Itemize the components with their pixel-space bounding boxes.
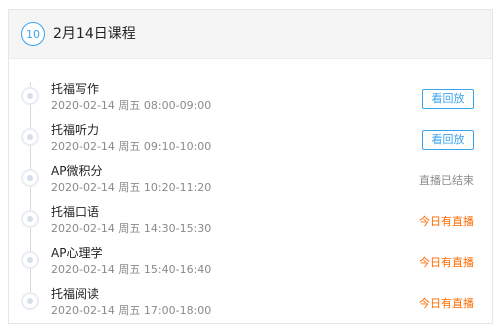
timeline-dot-icon <box>21 128 39 146</box>
timeline-dot-icon <box>21 87 39 105</box>
course-title: AP微积分 <box>51 164 103 178</box>
today-live-link[interactable]: 今日有直播 <box>419 294 474 314</box>
course-day-card: 10 2月14日课程 托福写作 2020-02-14 周五 08:00-09:0… <box>8 9 493 324</box>
timeline-dot-icon <box>21 292 39 310</box>
course-item: AP微积分 2020-02-14 周五 10:20-11:20 直播已结束 <box>9 163 492 204</box>
timeline-dot-icon <box>21 251 39 269</box>
today-live-link[interactable]: 今日有直播 <box>419 253 474 273</box>
day-badge: 10 <box>21 22 45 46</box>
course-title: 托福听力 <box>51 123 100 137</box>
course-title: 托福写作 <box>51 82 100 96</box>
timeline-dot-icon <box>21 169 39 187</box>
course-list: 托福写作 2020-02-14 周五 08:00-09:00 看回放 托福听力 … <box>9 59 492 323</box>
today-live-link[interactable]: 今日有直播 <box>419 212 474 232</box>
course-title: 托福口语 <box>51 205 100 219</box>
course-time: 2020-02-14 周五 09:10-10:00 <box>51 140 212 153</box>
replay-button[interactable]: 看回放 <box>422 89 474 109</box>
course-time: 2020-02-14 周五 10:20-11:20 <box>51 181 212 194</box>
timeline-dot-icon <box>21 210 39 228</box>
course-title: AP心理学 <box>51 246 103 260</box>
course-item: 托福写作 2020-02-14 周五 08:00-09:00 看回放 <box>9 81 492 122</box>
day-header: 10 2月14日课程 <box>9 10 492 59</box>
page-title: 2月14日课程 <box>53 26 136 42</box>
course-time: 2020-02-14 周五 15:40-16:40 <box>51 263 212 276</box>
course-item: 托福听力 2020-02-14 周五 09:10-10:00 看回放 <box>9 122 492 163</box>
course-item: AP心理学 2020-02-14 周五 15:40-16:40 今日有直播 <box>9 245 492 286</box>
course-time: 2020-02-14 周五 14:30-15:30 <box>51 222 212 235</box>
course-item: 托福阅读 2020-02-14 周五 17:00-18:00 今日有直播 <box>9 286 492 323</box>
course-time: 2020-02-14 周五 08:00-09:00 <box>51 99 212 112</box>
course-title: 托福阅读 <box>51 287 100 301</box>
course-item: 托福口语 2020-02-14 周五 14:30-15:30 今日有直播 <box>9 204 492 245</box>
live-ended-status: 直播已结束 <box>419 174 474 187</box>
replay-button[interactable]: 看回放 <box>422 130 474 150</box>
course-time: 2020-02-14 周五 17:00-18:00 <box>51 304 212 317</box>
